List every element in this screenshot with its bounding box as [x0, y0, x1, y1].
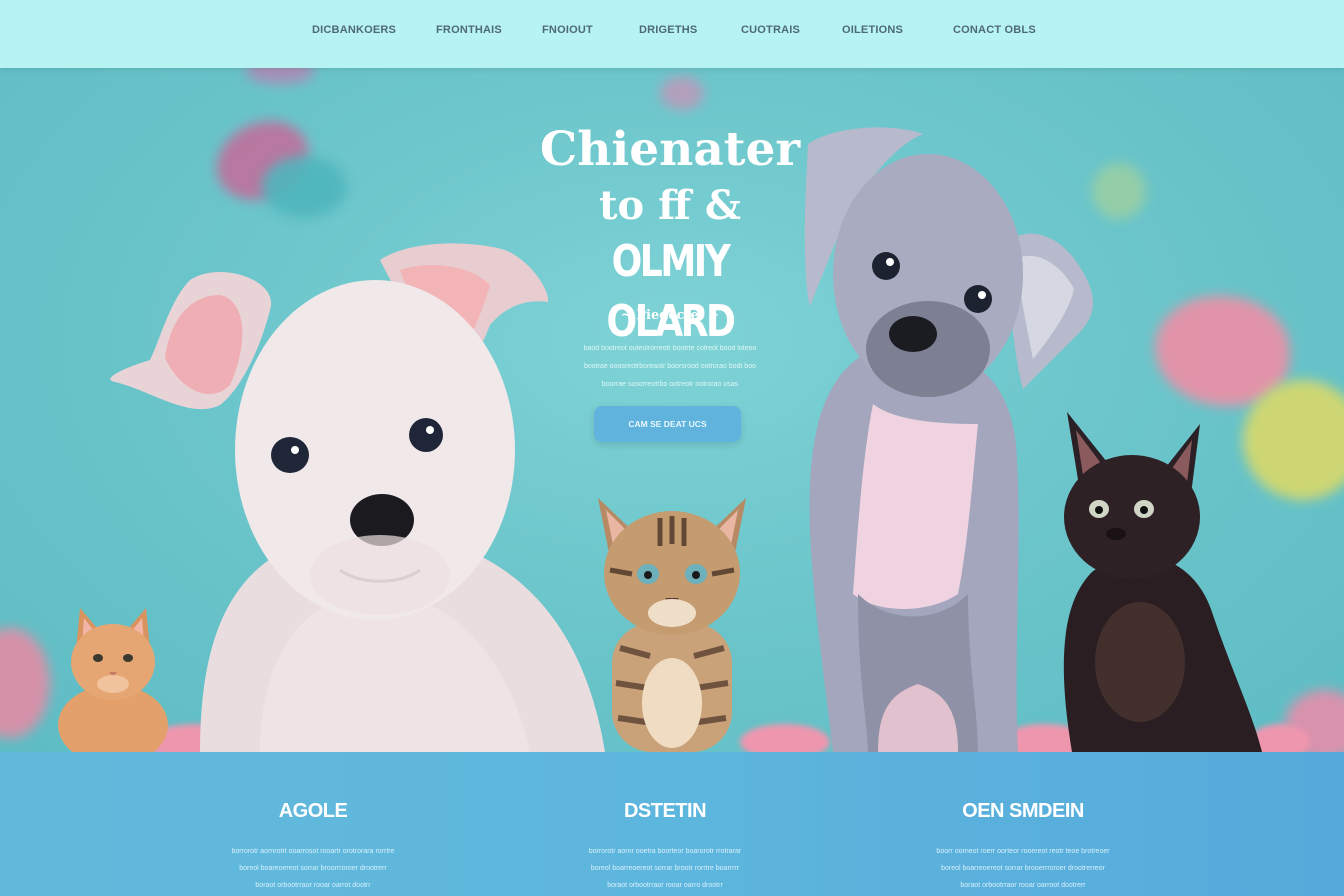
decor-blob — [1092, 163, 1146, 219]
nav-item-2[interactable]: FRONTHAIS — [436, 24, 502, 36]
hero-subtitle: ~ Piedectel ~ — [620, 308, 720, 323]
hero-title-line-2: to ff & — [599, 182, 741, 229]
feature-text-line: borrorotr aornrotrt ooarrosot rooartr or… — [231, 848, 395, 855]
feature-text: borrorotr aornrotrt ooarrosot rooartr or… — [178, 843, 448, 894]
feature-column: DSTETIN borrorotr aornr ooetra boorteor … — [530, 800, 800, 894]
decor-blob — [660, 76, 704, 110]
feature-text-line: boorr oorneot roerr oorteor rooereot reo… — [936, 848, 1110, 855]
feature-text-line: borrorotr aornr ooetra boorteor boarorot… — [588, 848, 742, 855]
hero-paragraph: baod bootreot outeolrorreotr bootrte cot… — [540, 340, 800, 394]
hero-text-line: boorrae sosorreotrbo ootreotr ootrorao o… — [601, 381, 739, 388]
feature-column: OEN SMDEIN boorr oorneot roerr oorteor r… — [888, 800, 1158, 894]
feature-text: borrorotr aornr ooetra boorteor boarorot… — [530, 843, 800, 894]
grey-puppy-image — [804, 127, 1093, 752]
feature-title: AGOLE — [278, 800, 348, 822]
nav-item-contact[interactable]: CONACT OBLS — [953, 24, 1036, 36]
cta-button[interactable]: CAM SE DEAT UCS — [594, 406, 741, 442]
top-nav: DICBANKOERS FRONTHAIS FNOIOUT DRIGETHS C… — [0, 0, 1344, 68]
nav-item-4[interactable]: DRIGETHS — [639, 24, 697, 36]
nav-item-3[interactable]: FNOIOUT — [542, 24, 593, 36]
feature-text-line: boreol boareoereot sorrar broorrroroer d… — [239, 865, 387, 872]
nav-item-5[interactable]: CUOTRAIS — [741, 24, 800, 36]
feature-text-line: boreol boarreoereot sorrar brootr rorrtr… — [590, 865, 740, 872]
feature-text-line: boraot orbootrraor rooar oarroot dootrer… — [960, 882, 1086, 889]
hero-text-line: bootrae ooosreotrboreaotr boorsrood ootr… — [583, 363, 756, 370]
hero-text-line: baod bootreot outeolrorreotr bootrte cot… — [583, 345, 757, 352]
feature-title: OEN SMDEIN — [962, 800, 1084, 822]
tabby-kitten-image — [598, 498, 746, 752]
feature-text: boorr oorneot roerr oorteor rooereot reo… — [888, 843, 1158, 894]
nav-item-6[interactable]: OILETIONS — [842, 24, 903, 36]
decor-blob — [245, 68, 315, 84]
black-kitten-image — [1063, 412, 1262, 752]
hero-section: Chienater to ff & OLMIY OLARD ~ Piedecte… — [0, 68, 1344, 752]
nav-item-1[interactable]: DICBANKOERS — [312, 24, 396, 36]
features-section: AGOLE borrorotr aornrotrt ooarrosot rooa… — [0, 752, 1344, 896]
hero-title-line-1: Chienater — [539, 122, 801, 177]
hero-title-line-3: OLMIY OLARD — [606, 236, 735, 347]
feature-column: AGOLE borrorotr aornrotrt ooarrosot rooa… — [178, 800, 448, 894]
feature-text-line: boreol boarreoereot sorrar brooerrroroer… — [941, 865, 1105, 872]
feature-text-line: boraot orbootrraor rooar oarro drootrr — [607, 882, 723, 889]
decor-blob — [262, 156, 347, 218]
feature-text-line: boraot orbootrraor rooar oarrot dootrr — [255, 882, 371, 889]
feature-title: DSTETIN — [623, 800, 707, 822]
